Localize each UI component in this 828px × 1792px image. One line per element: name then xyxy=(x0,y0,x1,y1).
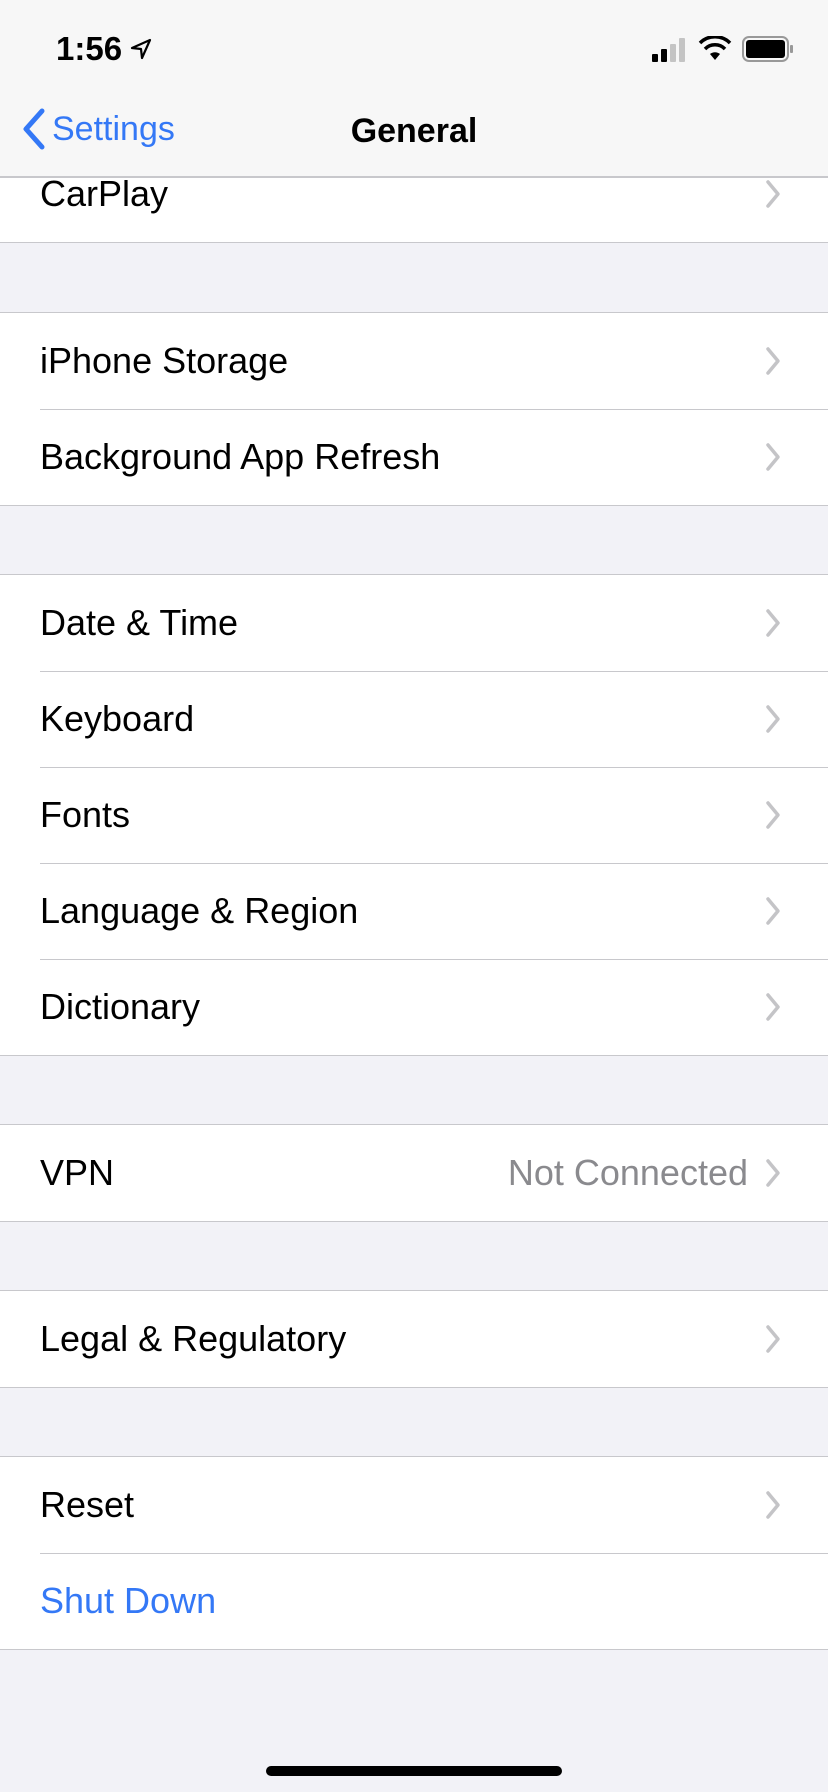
row-label: Date & Time xyxy=(40,602,239,643)
settings-row-background-app-refresh[interactable]: Background App Refresh xyxy=(0,409,828,505)
settings-row-fonts[interactable]: Fonts xyxy=(0,767,828,863)
page-title: General xyxy=(350,112,478,150)
row-label: Fonts xyxy=(40,794,131,835)
settings-group: Legal & Regulatory xyxy=(0,1290,828,1388)
row-label: Dictionary xyxy=(40,986,201,1027)
navigation-bar: 1:56 Settings General xyxy=(0,0,828,178)
chevron-right-icon xyxy=(766,180,780,208)
row-label: Background App Refresh xyxy=(40,436,441,477)
settings-group: Date & Time Keyboard Fonts Language & Regio… xyxy=(0,574,828,1056)
settings-row-shut-down[interactable]: Shut Down xyxy=(0,1553,828,1649)
chevron-right-icon xyxy=(766,705,780,733)
row-label: VPN xyxy=(40,1152,115,1193)
settings-row-language-region[interactable]: Language & Region xyxy=(0,863,828,959)
settings-row-keyboard[interactable]: Keyboard xyxy=(0,671,828,767)
row-label: Legal & Regulatory xyxy=(40,1318,347,1359)
row-label: Keyboard xyxy=(40,698,195,739)
row-label: Shut Down xyxy=(40,1580,217,1621)
chevron-right-icon xyxy=(766,801,780,829)
home-indicator[interactable] xyxy=(266,1766,562,1776)
settings-group: iPhone Storage Background App Refresh xyxy=(0,312,828,506)
settings-row-legal-regulatory[interactable]: Legal & Regulatory xyxy=(0,1291,828,1387)
settings-row-date-time[interactable]: Date & Time xyxy=(0,575,828,671)
chevron-right-icon xyxy=(766,1491,780,1519)
row-label: iPhone Storage xyxy=(40,340,289,381)
chevron-right-icon xyxy=(766,1159,780,1187)
settings-group: Reset Shut Down xyxy=(0,1456,828,1650)
battery-icon xyxy=(742,36,793,62)
location-arrow-icon xyxy=(130,38,152,60)
chevron-right-icon xyxy=(766,993,780,1021)
status-time: 1:56 xyxy=(56,30,123,67)
row-label: Language & Region xyxy=(40,890,359,931)
chevron-right-icon xyxy=(766,347,780,375)
row-label: CarPlay xyxy=(40,173,169,214)
settings-row-reset[interactable]: Reset xyxy=(0,1457,828,1553)
chevron-right-icon xyxy=(766,897,780,925)
settings-row-iphone-storage[interactable]: iPhone Storage xyxy=(0,313,828,409)
settings-row-dictionary[interactable]: Dictionary xyxy=(0,959,828,1055)
chevron-right-icon xyxy=(766,1325,780,1353)
signal-icon xyxy=(652,38,685,62)
row-detail: Not Connected xyxy=(507,1152,748,1193)
wifi-icon xyxy=(698,36,732,60)
row-label: Reset xyxy=(40,1484,135,1525)
settings-row-vpn[interactable]: VPN Not Connected xyxy=(0,1125,828,1221)
chevron-right-icon xyxy=(766,443,780,471)
chevron-right-icon xyxy=(766,609,780,637)
settings-group: VPN Not Connected xyxy=(0,1124,828,1222)
